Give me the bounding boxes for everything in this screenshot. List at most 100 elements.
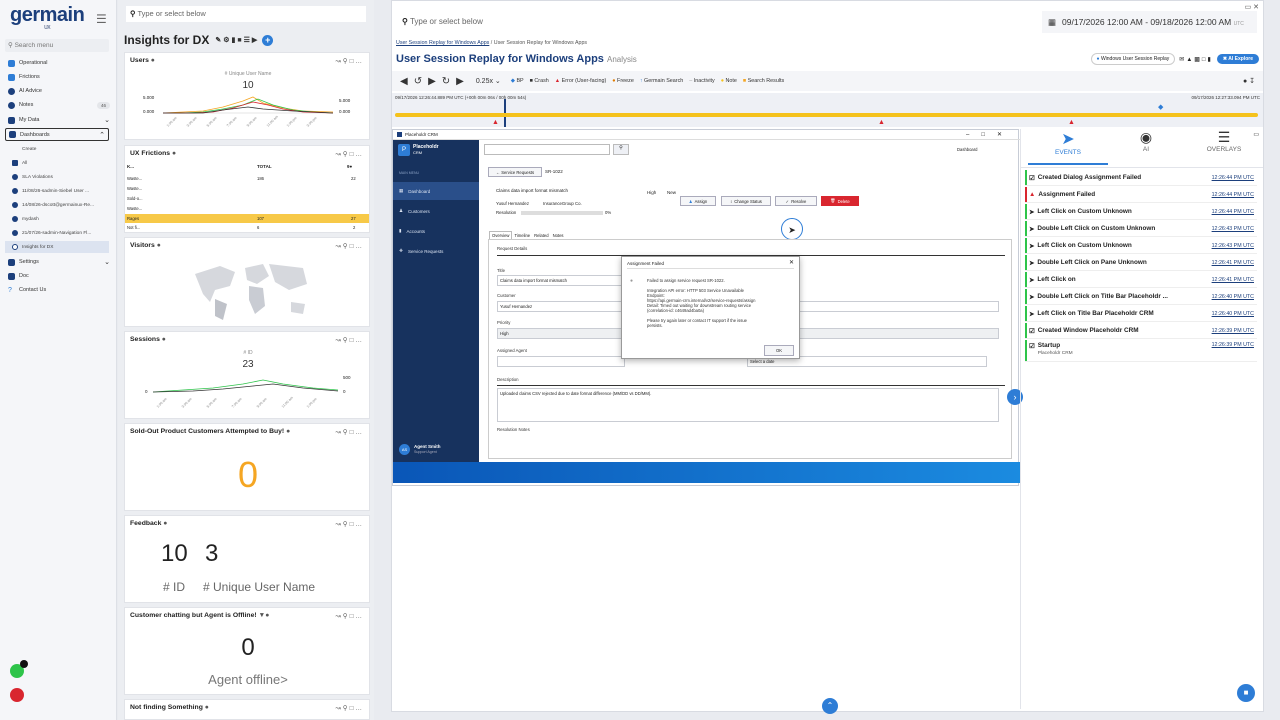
- agent-offline-link[interactable]: Agent offline>: [125, 672, 371, 687]
- agent-field[interactable]: [497, 356, 625, 367]
- nav-sub-mydash[interactable]: mydash: [12, 213, 114, 225]
- table-row[interactable]: Waste...: [127, 206, 367, 214]
- crm-nav-service-requests[interactable]: ❖ Service Requests: [393, 242, 479, 260]
- widget-search-input[interactable]: ⚲ Type or select below: [126, 6, 366, 22]
- change-status-button[interactable]: ↕ Change Status: [721, 196, 771, 206]
- main-search-input[interactable]: ⚲ Type or select below: [392, 11, 1012, 33]
- filter-note[interactable]: ● Note: [721, 78, 737, 84]
- ai-explore-button[interactable]: ✖ AI Explore: [1216, 54, 1259, 64]
- event-row[interactable]: ➤ Left Click on Custom Unknown 12:26:43 PM…: [1025, 238, 1257, 254]
- replay-timeline[interactable]: 09/17/2026 12:26:44.889 PM UTC (+00h 00m…: [392, 93, 1263, 127]
- event-row[interactable]: ▲ Assignment Failed 12:26:44 PM UTC: [1025, 187, 1257, 203]
- tab-timeline[interactable]: Timeline: [512, 232, 532, 239]
- table-row[interactable]: Rages 107 27: [125, 214, 369, 223]
- widget-tools-icon[interactable]: ↝⚲□…: [335, 150, 364, 158]
- timeline-bar[interactable]: [395, 113, 1258, 117]
- error-marker-icon[interactable]: ▲: [1068, 119, 1075, 126]
- crm-nav-customers[interactable]: ♟ Customers: [393, 202, 479, 220]
- ok-button[interactable]: OK: [764, 345, 794, 356]
- nav-item-settings[interactable]: Settings ⌄: [8, 256, 110, 268]
- chat-icon[interactable]: ■: [1237, 684, 1255, 702]
- tab-related[interactable]: Related: [532, 232, 550, 239]
- nav-item-dashboards[interactable]: Dashboards ⌃: [5, 128, 109, 141]
- event-row[interactable]: ➤ Left Click on Title Bar Placeholdr CRM 1…: [1025, 306, 1257, 322]
- widget-tools-icon[interactable]: ↝⚲□…: [335, 704, 364, 712]
- nav-sub-navigation[interactable]: 21/07/26-sadmin-Navigation Fl...: [12, 227, 114, 239]
- dashboard-tools-icon[interactable]: ✎⚙▮■☰▶: [215, 36, 259, 44]
- crm-nav-accounts[interactable]: ▮ Accounts: [393, 222, 479, 240]
- error-marker-icon[interactable]: ▲: [492, 119, 499, 126]
- speed-select[interactable]: 0.25x ⌄: [476, 77, 501, 85]
- date-range-picker[interactable]: ▦ 09/17/2026 12:00 AM - 09/18/2026 12:00 …: [1042, 11, 1257, 33]
- alert-icon[interactable]: [10, 688, 24, 702]
- title-field[interactable]: Claims data import format mismatch: [497, 275, 625, 286]
- event-row[interactable]: ☑ Created Dialog Assignment Failed 12:26:4…: [1025, 170, 1257, 186]
- nav-sub-create[interactable]: Create: [12, 143, 114, 155]
- event-row[interactable]: ➤ Double Left Click on Custom Unknown 12:2…: [1025, 221, 1257, 237]
- nav-sub-insights-dx[interactable]: Insights for DX: [5, 241, 109, 253]
- back-to-service-requests-button[interactable]: ← Service Requests: [488, 167, 542, 177]
- user-marker-icon[interactable]: ◆: [1158, 103, 1163, 111]
- nav-item-notes[interactable]: Notes 46: [8, 99, 110, 111]
- event-row[interactable]: ☑ Startup Placeholdr CRM 12:26:39 PM UTC: [1025, 340, 1257, 362]
- widget-tools-icon[interactable]: ↝⚲□…: [335, 242, 364, 250]
- event-row[interactable]: ➤ Left Click on 12:26:41 PM UTC: [1025, 272, 1257, 288]
- crm-search-button[interactable]: ⚲: [613, 144, 629, 155]
- tab-notes[interactable]: Notes: [551, 232, 566, 239]
- table-row[interactable]: Sold-o...: [127, 196, 367, 204]
- crm-titlebar[interactable]: Placeholdr CRM –□✕: [393, 130, 1020, 140]
- playback-controls-icon[interactable]: ◀↺▶↻▶: [400, 76, 470, 87]
- table-row[interactable]: Waste... 186 22: [127, 176, 367, 184]
- description-field[interactable]: Uploaded claims CSV rejected due to date…: [497, 388, 999, 422]
- nav-sub-sla[interactable]: SLA Violations: [12, 171, 114, 183]
- close-icon[interactable]: ✕: [789, 259, 794, 266]
- crm-dashboard-link[interactable]: Dashboard: [957, 147, 978, 152]
- info-download-icon[interactable]: ● ↧: [1243, 77, 1255, 85]
- priority-field[interactable]: High: [497, 328, 625, 339]
- nav-sub-dscott[interactable]: 14/08/26-dscott@germainux-Re...: [12, 199, 114, 211]
- hamburger-icon[interactable]: ☰: [96, 12, 107, 26]
- filter-crash[interactable]: ■ Crash: [530, 78, 549, 84]
- nav-item-contact[interactable]: ? Contact Us: [8, 284, 110, 296]
- nav-sub-siebel[interactable]: 11/08/26-sadmin-Siebel User ...: [12, 185, 114, 197]
- crm-nav-dashboard[interactable]: ▦ Dashboard: [393, 182, 479, 200]
- event-row[interactable]: ➤ Double Left Click on Title Bar Placehol…: [1025, 289, 1257, 305]
- scroll-up-icon[interactable]: ⌃: [822, 698, 838, 714]
- widget-tools-icon[interactable]: ↝⚲□…: [335, 428, 364, 436]
- error-marker-icon[interactable]: ▲: [878, 119, 885, 126]
- world-map[interactable]: [185, 254, 315, 324]
- table-row[interactable]: Waste...: [127, 186, 367, 194]
- nav-item-ai-advice[interactable]: AI Advice: [8, 85, 110, 97]
- event-row[interactable]: ☑ Created Window Placeholdr CRM 12:26:39 P…: [1025, 323, 1257, 339]
- widget-tools-icon[interactable]: ↝⚲□…: [335, 336, 364, 344]
- breadcrumb-link[interactable]: User Session Replay for Windows Apps: [396, 40, 489, 46]
- replay-chip[interactable]: ● Windows User Session Replay: [1090, 53, 1176, 65]
- customer-field[interactable]: Yusuf Hernandez: [497, 301, 625, 312]
- event-row[interactable]: ➤ Left Click on Custom Unknown 12:26:44 PM…: [1025, 204, 1257, 220]
- nav-item-frictions[interactable]: Frictions: [8, 71, 110, 83]
- replay-tools-icon[interactable]: ✉▲▩□▮: [1179, 56, 1213, 63]
- crm-user[interactable]: AS Agent Smith Support Agent: [399, 444, 475, 455]
- filter-freeze[interactable]: ● Freeze: [612, 78, 634, 84]
- germain-logo[interactable]: germain UX: [10, 4, 85, 31]
- nav-item-my-data[interactable]: My Data ⌄: [8, 114, 110, 126]
- add-widget-icon[interactable]: +: [262, 34, 274, 46]
- widget-tools-icon[interactable]: ↝⚲□…: [335, 520, 364, 528]
- event-row[interactable]: ➤ Double Left Click on Pane Unknown 12:26:…: [1025, 255, 1257, 271]
- filter-germain-search[interactable]: ↑ Germain Search: [640, 78, 683, 84]
- crm-search-input[interactable]: [484, 144, 610, 155]
- filter-search-results[interactable]: ■ Search Results: [743, 78, 784, 84]
- tab-events[interactable]: ➤ EVENTS: [1028, 129, 1108, 165]
- widget-tools-icon[interactable]: ↝⚲□…: [335, 612, 364, 620]
- resolve-button[interactable]: ✓ Resolve: [775, 196, 817, 206]
- nav-item-doc[interactable]: Doc: [8, 270, 110, 282]
- table-row[interactable]: Not fi... 6 2: [127, 225, 367, 233]
- window-controls-icon[interactable]: ▭ ✕: [1245, 3, 1259, 11]
- nav-item-operational[interactable]: Operational: [8, 57, 110, 69]
- delete-button[interactable]: 🗑 Delete: [821, 196, 859, 206]
- tab-overlays[interactable]: ☰ OVERLAYS: [1184, 129, 1264, 165]
- filter-error[interactable]: ▲ Error (User-facing): [555, 78, 606, 84]
- filter-inactivity[interactable]: – Inactivity: [689, 78, 714, 84]
- tab-ai[interactable]: ◉ AI: [1106, 129, 1186, 165]
- assign-button[interactable]: ♟ Assign: [680, 196, 716, 206]
